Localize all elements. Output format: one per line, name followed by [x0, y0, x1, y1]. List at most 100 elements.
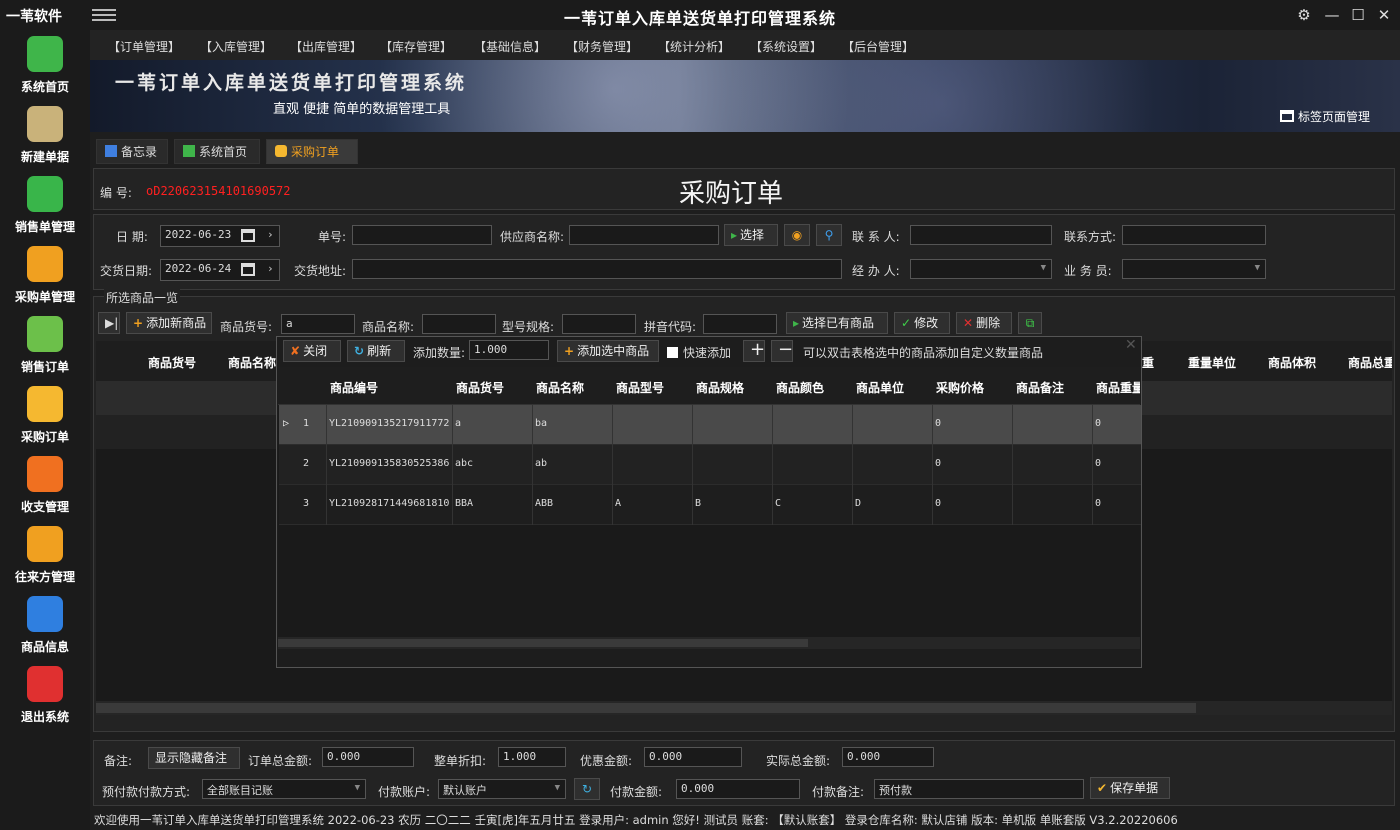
select-existing-label: 选择已有商品 [802, 316, 875, 330]
cube-icon [27, 36, 63, 72]
col-weight-unit: 重量单位 [1188, 356, 1237, 370]
salesman-select[interactable] [1122, 259, 1266, 279]
sidebar-item-new-document[interactable]: 新建单据 [0, 100, 90, 170]
qty-stepper[interactable]: 1.000 [469, 340, 549, 360]
order-no-input[interactable] [352, 225, 492, 245]
window-title: 一苇订单入库单送货单打印管理系统 [563, 9, 836, 28]
product-table: 商品编号 商品货号 商品名称 商品型号 商品规格 商品颜色 商品单位 采购价格 … [278, 367, 1141, 649]
col-weight: 重 [1142, 356, 1155, 370]
menu-finance[interactable]: 【财务管理】 [566, 38, 638, 55]
row-index: 3 [303, 498, 310, 509]
actual-total-stepper[interactable]: 0.000 [842, 747, 934, 767]
sidebar-item-sales-orders[interactable]: 销售订单 [0, 310, 90, 380]
pay-remark-label: 付款备注: [812, 785, 865, 799]
menu-stats[interactable]: 【统计分析】 [658, 38, 730, 55]
tab-manage-link[interactable]: 标签页面管理 [1280, 108, 1370, 125]
handler-select[interactable] [910, 259, 1052, 279]
discount-stepper[interactable]: 1.000 [498, 747, 566, 767]
delete-button[interactable]: ✕ 删除 [956, 312, 1012, 334]
pay-amount-stepper[interactable]: 0.000 [676, 779, 800, 799]
popup-close-button[interactable]: ✘ 关闭 [283, 340, 341, 362]
minus-icon[interactable]: − [771, 340, 793, 362]
col-product-weight: 商品重量 [1096, 381, 1140, 395]
goods-name-input[interactable] [422, 314, 496, 334]
delivery-date-label: 交货日期: [100, 264, 153, 278]
select-existing-button[interactable]: ▸ 选择已有商品 [786, 312, 888, 334]
horizontal-scrollbar[interactable] [96, 701, 1392, 715]
col-purchase-price: 采购价格 [936, 381, 985, 395]
pinyin-input[interactable] [703, 314, 777, 334]
popup-x-icon[interactable]: ✕ [1125, 337, 1137, 353]
play-end-icon[interactable]: ▶| [98, 312, 120, 334]
address-input[interactable] [352, 259, 842, 279]
tab-memo[interactable]: 备忘录 [96, 139, 168, 164]
sidebar-item-sales-docs[interactable]: 销售单管理 [0, 170, 90, 240]
sidebar-item-home[interactable]: 系统首页 [0, 30, 90, 100]
layers-add-icon [27, 106, 63, 142]
sidebar-item-label: 新建单据 [20, 150, 69, 164]
select-supplier-button[interactable]: ▸ 选择 [724, 224, 778, 246]
menu-order[interactable]: 【订单管理】 [108, 38, 180, 55]
location-icon[interactable]: ◉ [784, 224, 810, 246]
search-icon[interactable]: ⚲ [816, 224, 842, 246]
sidebar: 系统首页 新建单据 销售单管理 采购单管理 销售订单 采购订单 收支管理 往来方… [0, 30, 90, 830]
account-select[interactable]: 默认账户 [438, 779, 566, 799]
menu-settings[interactable]: 【系统设置】 [750, 38, 822, 55]
tab-home[interactable]: 系统首页 [174, 139, 260, 164]
goods-spec-input[interactable] [562, 314, 636, 334]
salesman-label: 业 务 员: [1064, 264, 1112, 278]
add-selected-button[interactable]: + 添加选中商品 [557, 340, 659, 362]
page-title: 采购订单 [679, 179, 784, 209]
add-goods-button[interactable]: + 添加新商品 [126, 312, 212, 334]
popup-refresh-button[interactable]: ↻ 刷新 [347, 340, 405, 362]
menu-outbound[interactable]: 【出库管理】 [290, 38, 362, 55]
sidebar-item-purchase-orders[interactable]: 采购订单 [0, 380, 90, 450]
sidebar-item-finance[interactable]: 收支管理 [0, 450, 90, 520]
sidebar-item-purchase-docs[interactable]: 采购单管理 [0, 240, 90, 310]
cell-product-weight: 0 [1095, 418, 1102, 429]
quick-add-checkbox[interactable]: 快速添加 [667, 344, 731, 361]
total-stepper[interactable]: 0.000 [322, 747, 414, 767]
plus-icon[interactable]: + [743, 340, 765, 362]
delivery-date-picker[interactable]: 2022-06-24 › [160, 259, 280, 281]
toggle-remark-button[interactable]: 显示隐藏备注 [148, 747, 240, 769]
date-picker[interactable]: 2022-06-23 › [160, 225, 280, 247]
coupon-stepper[interactable]: 0.000 [644, 747, 742, 767]
prepay-method-select[interactable]: 全部账目记账 [202, 779, 366, 799]
supplier-input[interactable] [569, 225, 719, 245]
copy-icon[interactable]: ⧉ [1018, 312, 1042, 334]
goods-code-input[interactable]: a [281, 314, 355, 334]
cell-product-spec: B [695, 498, 702, 509]
sidebar-item-exit[interactable]: 退出系统 [0, 660, 90, 730]
maximize-button[interactable]: ☐ [1346, 4, 1370, 26]
menu-admin[interactable]: 【后台管理】 [842, 38, 914, 55]
sidebar-item-partners[interactable]: 往来方管理 [0, 520, 90, 590]
goods-name-label: 商品名称: [362, 320, 415, 334]
cell-product-weight: 0 [1095, 458, 1102, 469]
sidebar-item-products[interactable]: 商品信息 [0, 590, 90, 660]
settings-icon[interactable]: ⚙ [1292, 4, 1316, 26]
menu-basic[interactable]: 【基础信息】 [474, 38, 546, 55]
contact-way-label: 联系方式: [1064, 230, 1117, 244]
yen-icon [27, 456, 63, 492]
banner-subtitle: 直观 便捷 简单的数据管理工具 [273, 102, 451, 117]
edit-button[interactable]: ✓ 修改 [894, 312, 950, 334]
tab-purchase-order[interactable]: 采购订单 [266, 139, 358, 164]
pay-remark-input[interactable]: 预付款 [874, 779, 1084, 799]
chevron-right-icon: › [267, 262, 274, 275]
cell-purchase-price: 0 [935, 418, 942, 429]
contact-way-input[interactable] [1122, 225, 1266, 245]
minimize-button[interactable]: — [1320, 4, 1344, 26]
menu-inbound[interactable]: 【入库管理】 [200, 38, 272, 55]
contact-input[interactable] [910, 225, 1052, 245]
col-product-name: 商品名称 [536, 381, 585, 395]
menu-stock[interactable]: 【库存管理】 [380, 38, 452, 55]
close-window-button[interactable]: ✕ [1372, 4, 1396, 26]
popup-horizontal-scrollbar[interactable] [278, 637, 1140, 649]
actual-total-label: 实际总金额: [766, 754, 831, 768]
sidebar-item-label: 系统首页 [20, 80, 69, 94]
save-button[interactable]: ✔ 保存单据 [1090, 777, 1170, 799]
refresh-account-icon[interactable]: ↻ [574, 778, 600, 800]
edit-label: 修改 [914, 316, 939, 330]
total-label: 订单总金额: [248, 754, 313, 768]
